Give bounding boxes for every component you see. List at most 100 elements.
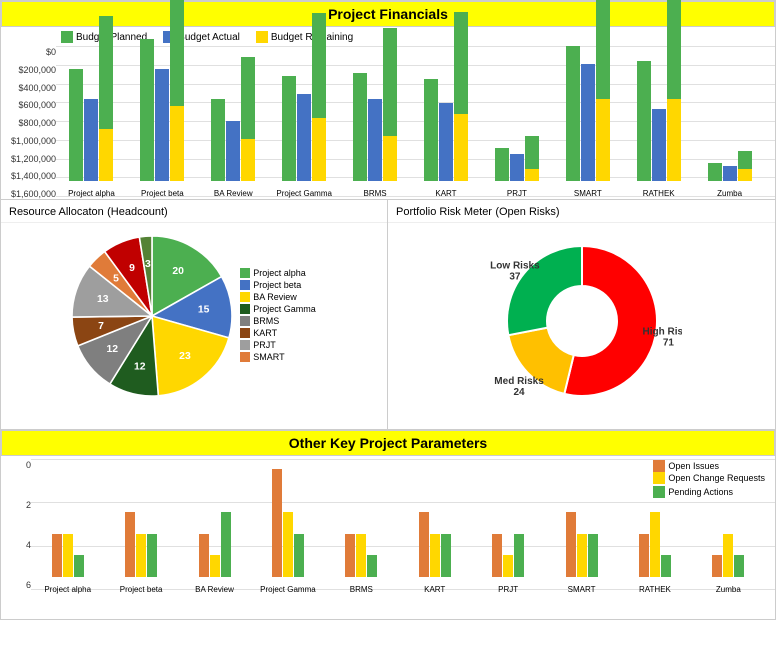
resource-title: Resource Allocaton — [9, 206, 104, 218]
bottom-bar-group-4: BRMS — [327, 447, 396, 601]
donut-label-1: Med Risks24 — [494, 375, 544, 397]
bottom-bar-1-0 — [125, 512, 135, 577]
bar-group-0: Project alpha — [59, 31, 124, 205]
bottom-bar-group-6: PRJT — [473, 447, 542, 601]
bottom-bar-label-5: KART — [424, 579, 445, 601]
bottom-bar-3-0 — [272, 469, 282, 577]
resource-allocation-section: Resource Allocaton (Headcount) 20 15 23 12 1… — [1, 200, 388, 429]
bottom-bar-group-8: RATHEK — [620, 447, 689, 601]
bottom-bar-6-1 — [503, 555, 513, 577]
pie-label-9: 3 — [145, 258, 151, 269]
pie-label-8: 9 — [129, 262, 135, 273]
bottom-bar-2-1 — [210, 555, 220, 577]
bottom-bar-7-1 — [577, 534, 587, 577]
bottom-bar-3-2 — [294, 534, 304, 577]
middle-row: Resource Allocaton (Headcount) 20 15 23 12 1… — [0, 200, 776, 430]
bottom-bar-3-1 — [283, 512, 293, 577]
pie-label-4: 12 — [107, 344, 119, 355]
bottom-bar-7-2 — [588, 534, 598, 577]
pie-legend-item-7: SMART — [240, 352, 316, 362]
bar-label-1: Project beta — [141, 183, 184, 205]
bottom-bar-4-2 — [367, 555, 377, 577]
bar-group-9: Zumba — [697, 31, 762, 205]
bottom-bar-group-0: Project alpha — [33, 447, 102, 601]
bar-label-6: PRJT — [507, 183, 527, 205]
bottom-bar-5-2 — [441, 534, 451, 577]
pie-legend-item-2: BA Review — [240, 292, 316, 302]
pie-label-7: 5 — [113, 273, 119, 284]
bottom-bar-label-0: Project alpha — [44, 579, 91, 601]
bottom-bar-2-0 — [199, 534, 209, 577]
bottom-bar-group-2: BA Review — [180, 447, 249, 601]
bottom-bar-label-6: PRJT — [498, 579, 518, 601]
bottom-bar-group-7: SMART — [547, 447, 616, 601]
bottom-bar-label-8: RATHEK — [639, 579, 671, 601]
bottom-bar-label-3: Project Gamma — [260, 579, 316, 601]
bottom-bar-label-2: BA Review — [195, 579, 234, 601]
risk-meter-section: Portfolio Risk Meter (Open Risks) High R… — [388, 200, 775, 429]
bar-group-2: BA Review — [201, 31, 266, 205]
bottom-bar-6-2 — [514, 534, 524, 577]
bar-group-3: Project Gamma — [272, 31, 337, 205]
bar-label-8: RATHEK — [643, 183, 675, 205]
bar-group-1: Project beta — [130, 31, 195, 205]
bottom-bar-group-9: Zumba — [694, 447, 763, 601]
donut-chart-container: High Risks71Med Risks24Low Risks37 — [388, 223, 775, 408]
risk-subtitle: (Open Risks) — [495, 206, 559, 218]
resource-subtitle: (Headcount) — [107, 206, 168, 218]
bottom-bar-label-7: SMART — [568, 579, 596, 601]
bar-label-0: Project alpha — [68, 183, 115, 205]
pie-label-0: 20 — [173, 265, 185, 276]
bottom-bar-label-1: Project beta — [120, 579, 163, 601]
bottom-bar-9-0 — [712, 555, 722, 577]
bottom-bar-0-0 — [52, 534, 62, 577]
bar-label-7: SMART — [574, 183, 602, 205]
bottom-bar-8-1 — [650, 512, 660, 577]
bottom-bar-8-0 — [639, 534, 649, 577]
bottom-bar-1-2 — [147, 534, 157, 577]
pie-legend-item-6: PRJT — [240, 340, 316, 350]
bar-group-5: KART — [414, 31, 479, 205]
top-chart-bars: Project alpha Project beta BA Review Projec… — [1, 43, 775, 205]
pie-label-2: 23 — [179, 350, 191, 361]
bottom-bar-group-3: Project Gamma — [253, 447, 322, 601]
bottom-bar-label-4: BRMS — [350, 579, 373, 601]
bottom-bar-4-1 — [356, 534, 366, 577]
bottom-bar-label-9: Zumba — [716, 579, 741, 601]
bar-label-5: KART — [435, 183, 456, 205]
bar-label-2: BA Review — [214, 183, 253, 205]
bottom-bar-group-5: KART — [400, 447, 469, 601]
bar-group-7: SMART — [555, 31, 620, 205]
bottom-bar-2-2 — [221, 512, 231, 577]
bottom-bar-0-1 — [63, 534, 73, 577]
risk-title: Portfolio Risk Meter — [396, 206, 492, 218]
pie-chart: 20 15 23 12 12 7 13 593 — [72, 236, 232, 396]
project-financials-section: Project Financials Budget Planned Budget… — [0, 0, 776, 200]
project-financials-title: Project Financials — [1, 1, 775, 27]
pie-legend-item-3: Project Gamma — [240, 304, 316, 314]
bar-label-4: BRMS — [364, 183, 387, 205]
bottom-bar-4-0 — [345, 534, 355, 577]
bar-group-4: BRMS — [343, 31, 408, 205]
pie-label-5: 7 — [98, 320, 104, 331]
pie-legend: Project alphaProject betaBA ReviewProjec… — [240, 268, 316, 364]
bar-label-3: Project Gamma — [276, 183, 332, 205]
pie-legend-item-4: BRMS — [240, 316, 316, 326]
bottom-bar-group-1: Project beta — [106, 447, 175, 601]
bottom-bar-5-1 — [430, 534, 440, 577]
bottom-bar-6-0 — [492, 534, 502, 577]
pie-chart-container: 20 15 23 12 12 7 13 593 Project alphaProject be… — [1, 223, 387, 408]
bottom-bar-5-0 — [419, 512, 429, 577]
pie-label-3: 12 — [134, 361, 146, 372]
bottom-bar-1-1 — [136, 534, 146, 577]
pie-legend-item-0: Project alpha — [240, 268, 316, 278]
pie-label-6: 13 — [97, 293, 109, 304]
bar-group-6: PRJT — [484, 31, 549, 205]
bottom-chart-bars: Project alpha Project beta BA Review Projec… — [1, 456, 775, 601]
donut-chart: High Risks71Med Risks24Low Risks37 — [482, 226, 682, 406]
bar-label-9: Zumba — [717, 183, 742, 205]
bottom-section: Other Key Project Parameters 6 4 2 0 Pro… — [0, 430, 776, 620]
bar-group-8: RATHEK — [626, 31, 691, 205]
bottom-bar-9-1 — [723, 534, 733, 577]
pie-label-1: 15 — [198, 304, 210, 315]
